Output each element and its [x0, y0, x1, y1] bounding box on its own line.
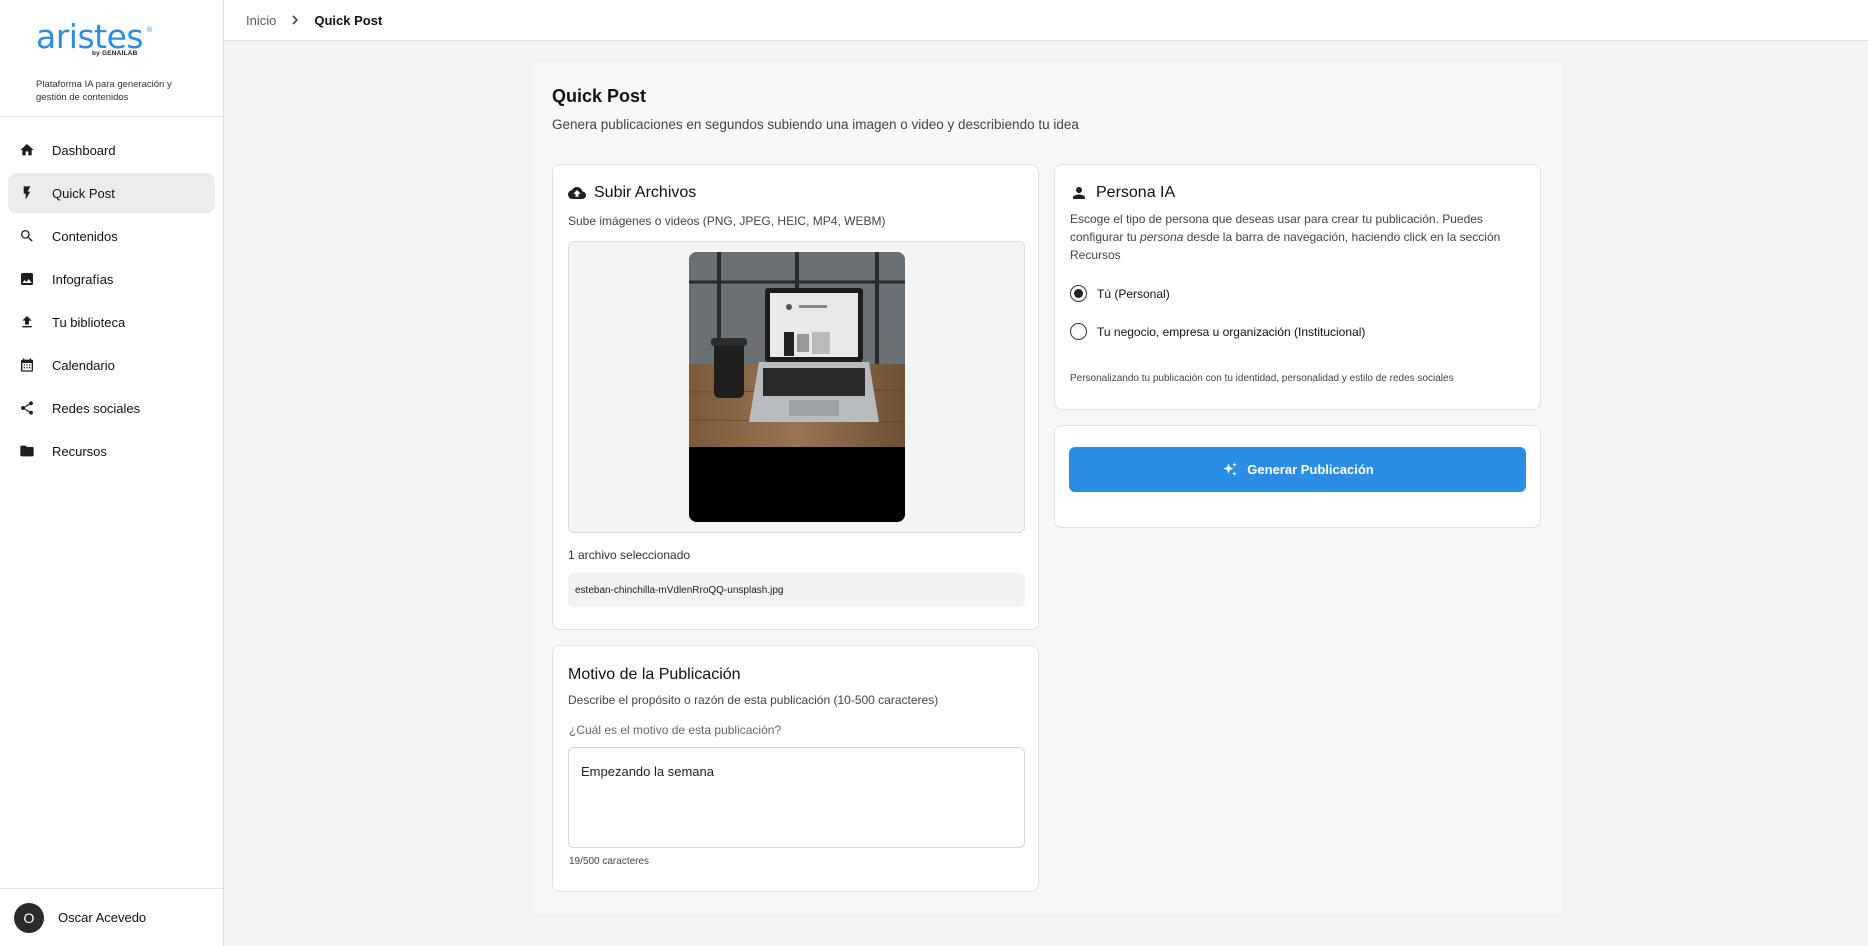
chevron-right-icon — [290, 15, 300, 25]
sidebar-item-label: Tu biblioteca — [52, 314, 126, 330]
persona-card-title: Persona IA — [1070, 184, 1175, 202]
logo-byline: by GENAILAB — [92, 50, 138, 57]
upload-icon — [18, 313, 36, 331]
radio-button-selected[interactable] — [1070, 285, 1087, 302]
sidebar-item-label: Calendario — [52, 357, 115, 373]
radio-button[interactable] — [1070, 323, 1087, 340]
bolt-icon — [18, 184, 36, 202]
sidebar-item-dashboard[interactable]: Dashboard — [8, 130, 215, 170]
motivo-field-label: ¿Cuál es el motivo de esta publicación? — [569, 723, 782, 737]
selected-file-item[interactable]: esteban-chinchilla-mVdlenRroQQ-unsplash.… — [568, 573, 1025, 607]
laptop-photo — [689, 252, 905, 522]
upload-card-title: Subir Archivos — [568, 184, 696, 202]
generate-button-label: Generar Publicación — [1247, 462, 1374, 477]
share-icon — [18, 399, 36, 417]
sidebar-item-tu-biblioteca[interactable]: Tu biblioteca — [8, 302, 215, 342]
page-subtitle: Genera publicaciones en segundos subiend… — [552, 117, 1079, 132]
motivo-textarea[interactable]: Empezando la semana — [568, 747, 1025, 848]
sidebar: aristes ® by GENAILAB Plataforma IA para… — [0, 0, 224, 946]
sidebar-nav: Dashboard Quick Post Contenidos Infograf… — [0, 117, 223, 471]
sidebar-item-contenidos[interactable]: Contenidos — [8, 216, 215, 256]
image-icon — [18, 270, 36, 288]
breadcrumb: Inicio Quick Post — [246, 13, 382, 28]
sidebar-item-label: Contenidos — [52, 228, 118, 244]
sidebar-item-redes-sociales[interactable]: Redes sociales — [8, 388, 215, 428]
sidebar-item-label: Quick Post — [52, 185, 115, 201]
sidebar-item-calendario[interactable]: Calendario — [8, 345, 215, 385]
persona-description: Escoge el tipo de persona que deseas usa… — [1070, 210, 1530, 264]
sparkles-icon — [1223, 462, 1238, 476]
folder-icon — [18, 442, 36, 460]
calendar-icon — [18, 356, 36, 374]
brand-tagline: Plataforma IA para generación y gestión … — [36, 79, 172, 103]
sidebar-item-label: Dashboard — [52, 142, 116, 158]
radio-label: Tú (Personal) — [1097, 286, 1170, 301]
radio-dot — [1074, 289, 1083, 298]
user-profile[interactable]: O Oscar Acevedo — [0, 888, 224, 946]
brand-area: aristes ® by GENAILAB Plataforma IA para… — [0, 0, 223, 117]
generate-card: Generar Publicación — [1054, 425, 1541, 528]
logo[interactable]: aristes ® by GENAILAB — [36, 20, 156, 58]
page-title: Quick Post — [552, 86, 647, 106]
sidebar-item-label: Recursos — [52, 443, 107, 459]
search-icon — [18, 227, 36, 245]
uploaded-image-preview — [689, 252, 905, 522]
person-icon — [1073, 187, 1085, 199]
radio-option-personal[interactable]: Tú (Personal) — [1070, 285, 1170, 302]
topbar: Inicio Quick Post — [224, 0, 1868, 41]
upload-description: Sube imágenes o videos (PNG, JPEG, HEIC,… — [568, 214, 886, 228]
files-selected-count: 1 archivo seleccionado — [568, 548, 691, 562]
user-name: Oscar Acevedo — [58, 910, 147, 925]
logo-registered-mark: ® — [147, 27, 153, 34]
persona-card: Persona IA Escoge el tipo de persona que… — [1054, 164, 1541, 410]
motivo-card: Motivo de la Publicación Describe el pro… — [552, 645, 1039, 892]
sidebar-item-infografias[interactable]: Infografías — [8, 259, 215, 299]
persona-note: Personalizando tu publicación con tu ide… — [1070, 373, 1454, 384]
file-dropzone[interactable] — [568, 241, 1025, 533]
breadcrumb-home-link[interactable]: Inicio — [246, 13, 276, 28]
radio-label: Tu negocio, empresa u organización (Inst… — [1097, 324, 1366, 339]
breadcrumb-current: Quick Post — [314, 12, 383, 28]
upload-title-text: Subir Archivos — [594, 184, 697, 201]
home-icon — [18, 141, 36, 159]
radio-option-institucional[interactable]: Tu negocio, empresa u organización (Inst… — [1070, 323, 1365, 340]
cloud-upload-icon — [568, 187, 586, 199]
motivo-card-title: Motivo de la Publicación — [568, 666, 741, 683]
sidebar-item-quick-post[interactable]: Quick Post — [8, 173, 215, 213]
sidebar-item-label: Infografías — [52, 271, 114, 287]
logo-wordmark: aristes — [36, 17, 144, 56]
character-count: 19/500 caracteres — [569, 856, 650, 867]
generate-publication-button[interactable]: Generar Publicación — [1069, 447, 1526, 492]
sidebar-item-recursos[interactable]: Recursos — [8, 431, 215, 471]
sidebar-item-label: Redes sociales — [52, 400, 141, 416]
persona-title-text: Persona IA — [1096, 184, 1176, 201]
motivo-description: Describe el propósito o razón de esta pu… — [568, 693, 939, 707]
persona-desc-emphasis: persona — [1140, 230, 1184, 244]
avatar: O — [14, 902, 44, 933]
upload-card: Subir Archivos Sube imágenes o videos (P… — [552, 164, 1039, 630]
